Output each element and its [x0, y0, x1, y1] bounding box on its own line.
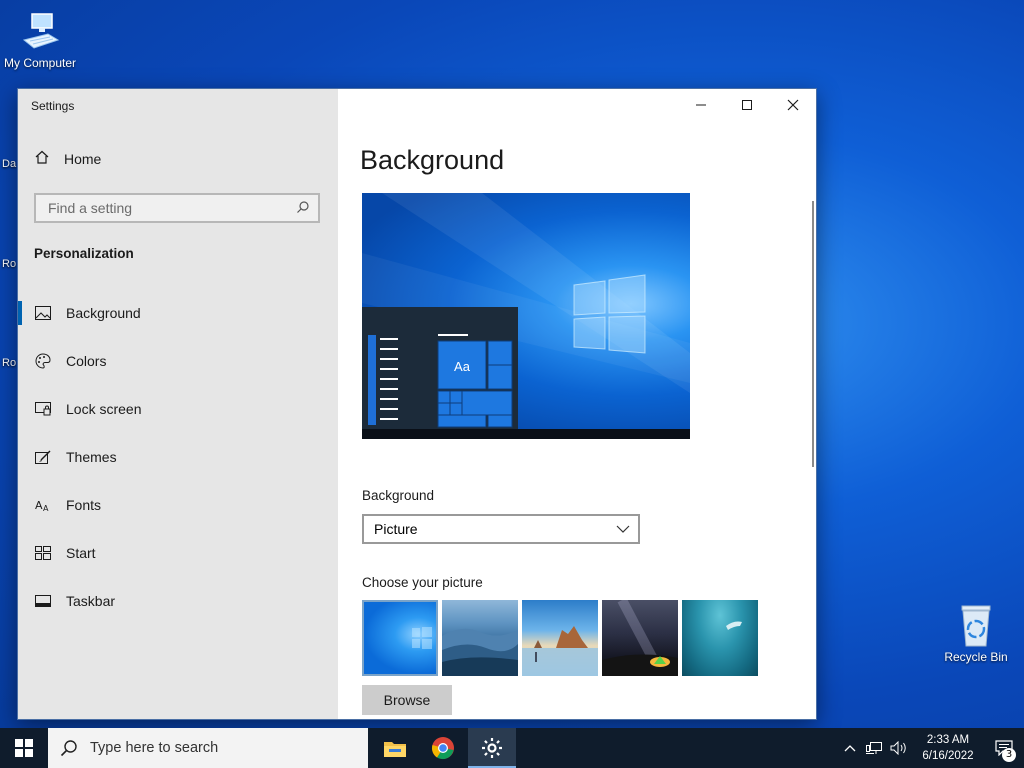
background-type-label: Background [362, 488, 435, 503]
palette-icon [34, 353, 52, 369]
nav-item-start[interactable]: Start [18, 529, 338, 577]
close-button[interactable] [770, 89, 816, 121]
search-icon [60, 740, 77, 757]
nav-item-background[interactable]: Background [18, 289, 338, 337]
volume-button[interactable] [886, 741, 912, 755]
picture-thumbnails [362, 597, 758, 679]
find-setting-input[interactable] [46, 199, 280, 217]
lock-screen-icon [34, 402, 52, 416]
preview-start-menu: Aa [362, 307, 518, 431]
start-tiles-icon [34, 546, 52, 560]
chrome-icon [431, 737, 454, 760]
system-tray: 2:33 AM 6/16/2022 3 [838, 728, 1024, 768]
nav-item-lock-screen[interactable]: Lock screen [18, 385, 338, 433]
tent-glow [602, 597, 678, 679]
mountain-silhouette [442, 628, 518, 676]
network-icon [866, 742, 882, 754]
desktop-icon-label: My Computer [3, 56, 77, 70]
desktop-icon-partial[interactable]: Da [2, 158, 16, 170]
file-explorer-taskbar-button[interactable] [371, 728, 419, 768]
nav-item-colors[interactable]: Colors [18, 337, 338, 385]
settings-window: Settings Home Personalization Background [17, 88, 817, 720]
minimize-button[interactable] [678, 89, 724, 121]
chevron-up-icon [844, 745, 856, 752]
settings-gear-icon [482, 738, 502, 758]
nav-item-label: Colors [66, 353, 107, 369]
picture-thumbnail-mountains[interactable] [442, 600, 518, 676]
find-setting-search-box[interactable] [34, 193, 320, 223]
chevron-down-icon [616, 521, 630, 537]
maximize-icon [742, 100, 752, 110]
content-scrollbar[interactable] [812, 201, 814, 467]
desktop-icon-recycle-bin[interactable]: Recycle Bin [938, 602, 1014, 664]
desktop-icon-partial[interactable]: Ro [2, 357, 16, 369]
dropdown-value: Picture [374, 521, 418, 537]
nav-item-taskbar[interactable]: Taskbar [18, 577, 338, 625]
windows-logo-glow [412, 627, 432, 649]
preview-tile-text: Aa [454, 359, 470, 374]
search-icon[interactable] [296, 199, 310, 218]
swimmer-silhouette [726, 621, 742, 630]
rock-formation [522, 626, 598, 676]
close-icon [787, 99, 799, 111]
settings-content: Background Aa Background Picture Choose … [338, 89, 816, 719]
desktop-icon-partial[interactable]: Ro [2, 258, 16, 270]
home-nav-item[interactable]: Home [34, 149, 101, 168]
nav-item-themes[interactable]: Themes [18, 433, 338, 481]
clock-date: 6/16/2022 [922, 750, 974, 762]
nav-item-label: Themes [66, 449, 117, 465]
nav-item-label: Taskbar [66, 593, 116, 609]
svg-text:A: A [43, 504, 49, 513]
settings-taskbar-button[interactable] [468, 728, 516, 768]
nav-item-label: Start [66, 545, 96, 561]
taskbar-search-box[interactable]: Type here to search [48, 728, 368, 768]
brush-icon [34, 449, 52, 465]
page-title: Background [360, 145, 505, 175]
preview-taskbar [362, 429, 690, 439]
font-icon: AA [34, 497, 52, 513]
file-explorer-icon [384, 742, 406, 757]
notification-count-badge: 3 [1002, 748, 1016, 762]
minimize-icon [696, 104, 706, 106]
taskbar-clock[interactable]: 2:33 AM 6/16/2022 [912, 732, 984, 764]
recycle-bin-icon [956, 602, 996, 648]
clock-time: 2:33 AM [926, 734, 970, 746]
nav-item-label: Lock screen [66, 401, 142, 417]
action-center-button[interactable]: 3 [984, 740, 1024, 762]
background-type-dropdown[interactable]: Picture [362, 514, 640, 544]
settings-sidebar: Settings Home Personalization Background [18, 89, 338, 719]
taskbar-search-placeholder: Type here to search [90, 740, 219, 756]
computer-icon [18, 10, 62, 54]
browse-button[interactable]: Browse [362, 685, 452, 715]
picture-icon [34, 306, 52, 320]
windows-logo-icon [15, 739, 33, 757]
window-controls [678, 89, 816, 121]
speaker-icon [890, 741, 906, 755]
picture-thumbnail-night-sky[interactable] [602, 597, 678, 679]
chrome-taskbar-button[interactable] [419, 728, 467, 768]
choose-picture-label: Choose your picture [362, 575, 483, 590]
nav-item-fonts[interactable]: AA Fonts [18, 481, 338, 529]
picture-thumbnail-beach-rocks[interactable] [522, 600, 598, 676]
nav-item-label: Background [66, 305, 141, 321]
taskbar-icon [34, 595, 52, 607]
section-title: Personalization [34, 246, 134, 261]
home-label: Home [64, 150, 102, 167]
maximize-button[interactable] [724, 89, 770, 121]
desktop-icon-my-computer[interactable]: My Computer [0, 10, 80, 70]
nav-item-label: Fonts [66, 497, 102, 513]
start-button[interactable] [0, 728, 48, 768]
window-title: Settings [31, 99, 75, 113]
personalization-nav: Background Colors Lock screen Themes A A… [18, 289, 338, 625]
picture-thumbnail-windows-light[interactable] [362, 600, 438, 676]
desktop-preview: Aa [362, 193, 690, 439]
network-button[interactable] [862, 741, 886, 755]
taskbar: Type here to search 2:33 AM 6/16/2022 3 [0, 728, 1024, 768]
picture-thumbnail-underwater[interactable] [682, 600, 758, 676]
show-hidden-icons-button[interactable] [838, 744, 862, 752]
home-icon [34, 149, 50, 168]
svg-text:A: A [35, 499, 43, 512]
desktop-icon-label: Recycle Bin [944, 650, 1008, 664]
